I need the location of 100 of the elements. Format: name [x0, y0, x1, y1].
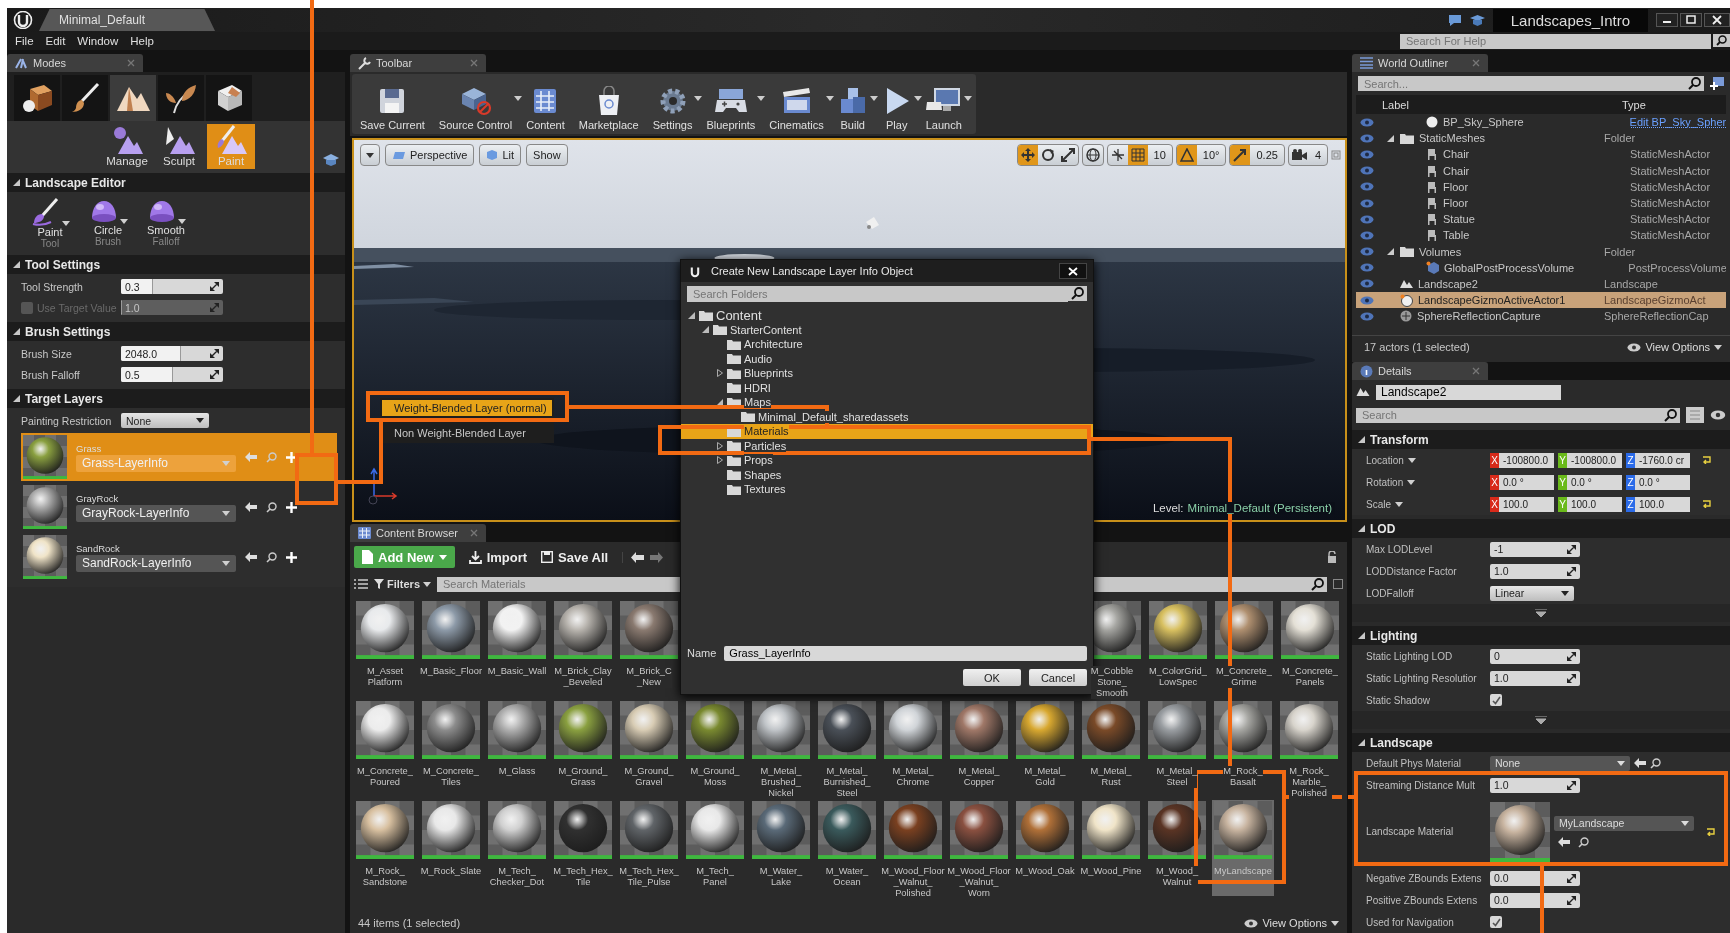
- viewport-button[interactable]: Show: [526, 144, 568, 166]
- mode-tab[interactable]: Sculpt: [155, 124, 203, 169]
- outliner-row[interactable]: GlobalPostProcessVolume PostProcessVolume: [1356, 259, 1726, 276]
- viewport-button[interactable]: Lit: [479, 144, 522, 166]
- folder-tree-item[interactable]: Particles: [681, 438, 1093, 453]
- panel-tab[interactable]: Toolbar: [350, 54, 486, 72]
- view-options-button[interactable]: View Options: [1627, 341, 1722, 353]
- mode-tab[interactable]: Manage: [103, 124, 151, 169]
- section-header[interactable]: Landscape Editor: [7, 173, 345, 192]
- help-search-field[interactable]: Search For Help: [1400, 33, 1711, 49]
- asset-tile[interactable]: M_Tech_ Checker_Dot: [486, 800, 548, 896]
- outliner-row[interactable]: Volumes Folder: [1356, 243, 1726, 260]
- asset-tile[interactable]: M_Asset Platform: [354, 600, 416, 696]
- menu-item[interactable]: Help: [128, 35, 164, 47]
- menu-item[interactable]: Non Weight-Blended Layer: [382, 425, 552, 441]
- outliner-row[interactable]: Statue StaticMeshActor: [1356, 211, 1726, 228]
- panel-tab[interactable]: Modes: [7, 54, 143, 72]
- layer-info-dropdown[interactable]: SandRock-LayerInfo: [76, 554, 236, 572]
- panel-tab[interactable]: World Outliner: [1352, 54, 1488, 72]
- outliner-row[interactable]: Landscape2 Landscape: [1356, 275, 1726, 293]
- asset-tile[interactable]: M_Rock_Slate: [420, 800, 482, 896]
- number-field[interactable]: 1.0: [1490, 563, 1580, 579]
- panel-tab[interactable]: Details: [1352, 362, 1488, 380]
- section-header[interactable]: Target Layers: [7, 389, 345, 408]
- folder-tree-item[interactable]: Props: [681, 453, 1093, 468]
- section-header[interactable]: LOD: [1352, 519, 1730, 538]
- outliner-row[interactable]: Chair StaticMeshActor: [1356, 146, 1726, 163]
- menu-item[interactable]: Window: [75, 35, 129, 47]
- asset-tile[interactable]: M_Metal_ Copper: [948, 700, 1010, 796]
- asset-tile[interactable]: M_Basic_Wall: [486, 600, 548, 696]
- outliner-row[interactable]: Table StaticMeshActor: [1356, 227, 1726, 244]
- import-button[interactable]: Import: [468, 549, 528, 565]
- folder-tree-item[interactable]: Maps: [681, 395, 1093, 410]
- menu-item[interactable]: Weight-Blended Layer (normal): [382, 400, 552, 416]
- asset-tile[interactable]: M_Wood_Floor _Walnut_ Worn: [948, 800, 1010, 896]
- number-field[interactable]: 0.0: [1490, 870, 1580, 886]
- asset-tile[interactable]: M_Basic_Floor: [420, 600, 482, 696]
- vector-field[interactable]: Y -100800.0: [1558, 452, 1622, 468]
- tool-dropdown[interactable]: Smooth Falloff: [145, 198, 187, 249]
- folder-tree-item[interactable]: HDRI: [681, 380, 1093, 395]
- asset-tile[interactable]: M_Rock_ Basalt: [1212, 700, 1274, 796]
- number-field[interactable]: 1.0: [1490, 670, 1580, 686]
- section-header[interactable]: Tool Settings: [7, 255, 345, 274]
- folder-tree-item[interactable]: StarterContent: [681, 322, 1093, 337]
- number-field[interactable]: -1: [1490, 541, 1580, 557]
- outliner-row[interactable]: BP_Sky_Sphere Edit BP_Sky_Spher: [1356, 114, 1726, 131]
- dialog-button[interactable]: OK: [963, 669, 1021, 686]
- asset-tile[interactable]: M_Metal_ Steel: [1146, 700, 1208, 796]
- asset-tile[interactable]: M_Ground_ Moss: [684, 700, 746, 796]
- vector-field[interactable]: X 100.0: [1490, 496, 1554, 512]
- asset-tile[interactable]: M_Metal_ Gold: [1014, 700, 1076, 796]
- layer-row[interactable]: GrayRock GrayRock-LayerInfo: [21, 483, 337, 531]
- toolbar-button[interactable]: Content: [522, 74, 575, 134]
- asset-tile[interactable]: M_Metal_ Burnished_ Steel: [816, 700, 878, 796]
- outliner-row[interactable]: Floor StaticMeshActor: [1356, 178, 1726, 195]
- asset-tile[interactable]: M_Water_ Ocean: [816, 800, 878, 896]
- section-header[interactable]: Transform: [1352, 430, 1730, 449]
- folder-tree-item[interactable]: Shapes: [681, 467, 1093, 482]
- document-tab[interactable]: Minimal_Default: [39, 9, 216, 31]
- object-name-field[interactable]: Landscape2: [1376, 384, 1561, 400]
- asset-tile[interactable]: M_Wood_Pine: [1080, 800, 1142, 896]
- asset-tile[interactable]: M_Wood_ Walnut: [1146, 800, 1208, 896]
- asset-tile[interactable]: M_Concrete_ Tiles: [420, 700, 482, 796]
- dialog-button[interactable]: Cancel: [1029, 669, 1087, 686]
- asset-tile[interactable]: M_Water_ Lake: [750, 800, 812, 896]
- column-header[interactable]: Type: [1622, 98, 1646, 111]
- column-header[interactable]: Label: [1356, 98, 1622, 111]
- snap-control[interactable]: 0.25: [1229, 144, 1285, 166]
- tool-dropdown[interactable]: Circle Brush: [87, 198, 129, 249]
- number-field[interactable]: 0: [1490, 648, 1580, 664]
- section-header[interactable]: Lighting: [1352, 626, 1730, 645]
- number-slider[interactable]: 2048.0: [121, 346, 223, 361]
- section-header[interactable]: Landscape: [1352, 733, 1730, 752]
- toolbar-button[interactable]: Source Control: [434, 74, 523, 134]
- asset-tile[interactable]: M_Wood_Floor _Walnut_ Polished: [882, 800, 944, 896]
- vector-field[interactable]: Z 100.0: [1626, 496, 1690, 512]
- panel-tab[interactable]: Content Browser: [350, 524, 486, 542]
- snap-control[interactable]: 10°: [1175, 144, 1227, 166]
- view-options-button[interactable]: View Options: [1244, 917, 1339, 929]
- number-field[interactable]: 1.0: [1490, 777, 1580, 793]
- viewport-button[interactable]: Perspective: [385, 144, 475, 166]
- name-field[interactable]: Grass_LayerInfo: [724, 645, 1087, 661]
- dropdown[interactable]: Linear: [1490, 585, 1574, 601]
- folder-tree-item[interactable]: Audio: [681, 351, 1093, 366]
- number-slider[interactable]: 0.3: [121, 279, 223, 294]
- layer-row[interactable]: SandRock SandRock-LayerInfo: [21, 533, 337, 581]
- vector-field[interactable]: Z 0.0 °: [1626, 474, 1690, 490]
- edit-blueprint-link[interactable]: Edit BP_Sky_Spher: [1629, 116, 1726, 129]
- toolbar-button[interactable]: Launch: [921, 74, 972, 134]
- asset-tile[interactable]: M_Wood_Oak: [1014, 800, 1076, 896]
- section-header[interactable]: Brush Settings: [7, 322, 345, 341]
- asset-tile[interactable]: M_Rock_ Sandstone: [354, 800, 416, 896]
- asset-tile[interactable]: M_Tech_Hex_ Tile: [552, 800, 614, 896]
- folder-tree-item[interactable]: Architecture: [681, 337, 1093, 352]
- outliner-row[interactable]: Floor StaticMeshActor: [1356, 194, 1726, 212]
- snap-control[interactable]: 4: [1287, 144, 1328, 166]
- toolbar-button[interactable]: Build: [833, 74, 878, 134]
- toolbar-button[interactable]: Settings: [648, 74, 703, 134]
- folder-tree-item[interactable]: Blueprints: [681, 366, 1093, 381]
- filters-button[interactable]: Filters: [374, 578, 431, 590]
